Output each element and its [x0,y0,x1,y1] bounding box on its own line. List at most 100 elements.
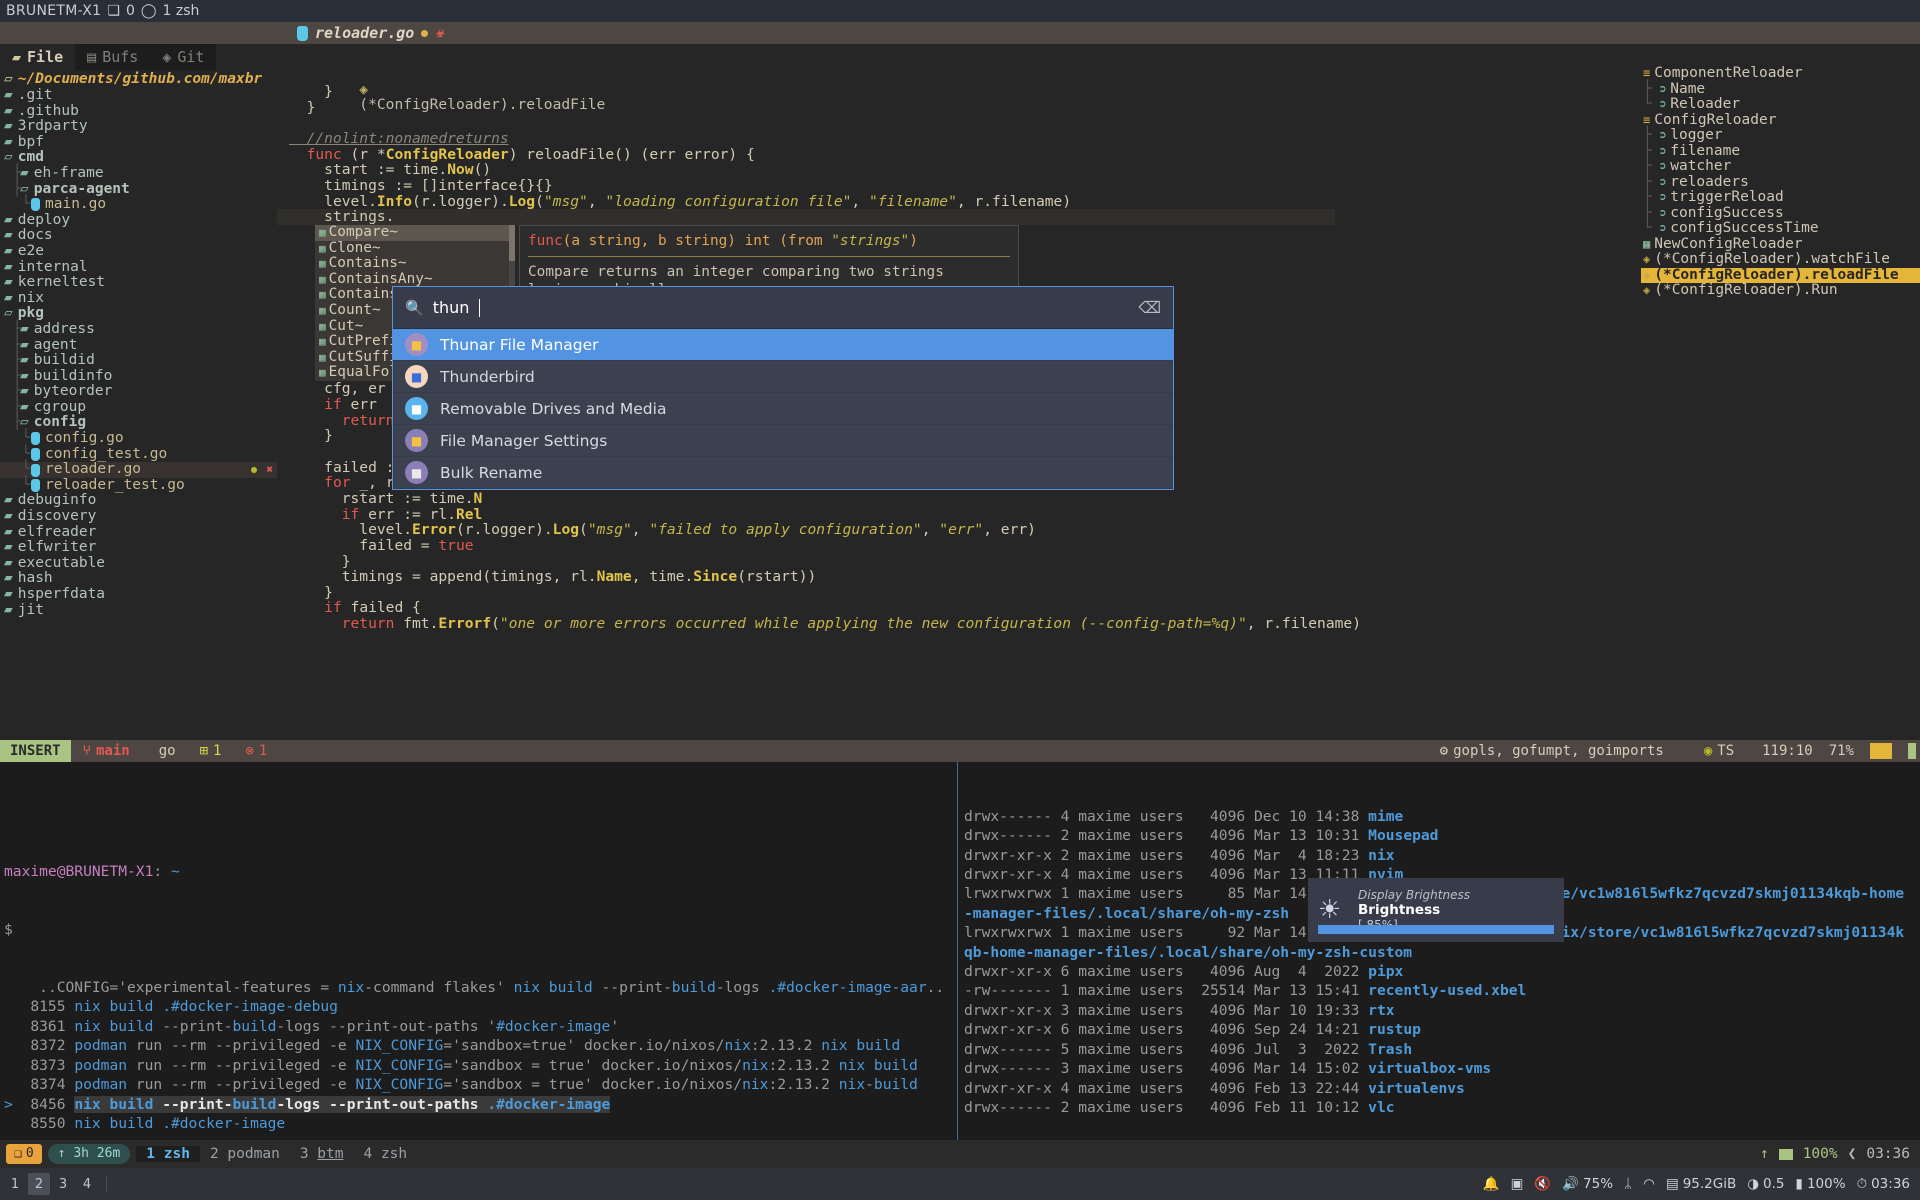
file-tree-item[interactable]: ▱cmd [0,150,277,166]
file-tree-item[interactable]: ▰internal [0,260,277,276]
file-tree-item[interactable]: ▰.git [0,88,277,104]
file-tree-item[interactable]: ▰hsperfdata [0,587,277,603]
history-item[interactable]: 8374 podman run --rm --privileged -e NIX… [4,1075,947,1094]
file-tree-item[interactable]: ▰docs [0,228,277,244]
battery-icon[interactable]: ▮100% [1796,1176,1846,1192]
tmux-window-podman[interactable]: 2 podman [200,1146,290,1162]
launcher-result-item[interactable]: ■Thunar File Manager [393,329,1173,361]
app-launcher-dialog[interactable]: 🔍 thun ⌫ ■Thunar File Manager■Thunderbir… [392,286,1174,490]
tmux-session-badge[interactable]: ❑ 0 [6,1144,42,1164]
file-tree-item[interactable]: ├▰address [0,322,277,338]
file-tree-item[interactable]: ├▱parca-agent [0,182,277,198]
file-tree-item[interactable]: └config.go [0,431,277,447]
workspace-button-1[interactable]: 1 [4,1173,26,1195]
tmux-window-zsh[interactable]: 1 zsh [136,1146,200,1162]
file-tree-item[interactable]: ▰executable [0,556,277,572]
file-tree-item[interactable]: └reloader_test.go [0,478,277,494]
launcher-search-row[interactable]: 🔍 thun ⌫ [393,287,1173,329]
file-tree-item[interactable]: ▰3rdparty [0,119,277,135]
outline-item[interactable]: ≡ComponentReloader [1641,66,1920,82]
outline-item[interactable]: ├➲triggerReload [1641,190,1920,206]
outline-item[interactable]: ├➲watcher [1641,159,1920,175]
clear-icon[interactable]: ⌫ [1138,298,1161,317]
outline-item[interactable]: ≡ConfigReloader [1641,113,1920,129]
outline-item[interactable]: ├➲reloaders [1641,175,1920,191]
completion-item[interactable]: ▦Clone~ [315,241,515,257]
history-item[interactable]: 8372 podman run --rm --privileged -e NIX… [4,1036,947,1055]
tab-git[interactable]: ◈ Git [150,44,216,70]
outline-item[interactable]: ├➲configSuccess [1641,206,1920,222]
outline-item[interactable]: └➲Reloader [1641,97,1920,113]
file-tree-item[interactable]: ├▰byteorder [0,384,277,400]
file-tree-item[interactable]: ▱pkg [0,306,277,322]
file-tree-item[interactable]: ▰elfwriter [0,540,277,556]
history-item[interactable]: 8361 nix build --print-build-logs --prin… [4,1017,947,1036]
history-item[interactable]: > 8456 nix build --print-build-logs --pr… [4,1095,947,1114]
clock-icon[interactable]: ⏱03:36 [1857,1176,1910,1192]
file-tree-item[interactable]: ▰jit [0,603,277,619]
file-tree-item[interactable]: ▰hash [0,571,277,587]
completion-scrollbar-thumb[interactable] [509,225,515,261]
buffer-tab-reloader-go[interactable]: reloader.go ☣ [287,22,458,44]
tmux-window-zsh[interactable]: 4 zsh [353,1146,417,1162]
launcher-result-item[interactable]: ■File Manager Settings [393,425,1173,457]
explorer-root-path[interactable]: ▱ ~/Documents/github.com/maxbr [0,70,277,88]
file-tree-item[interactable]: ├▰buildinfo [0,369,277,385]
file-tree-item[interactable]: ▰e2e [0,244,277,260]
file-tree-item[interactable]: ▰nix [0,291,277,307]
outline-item[interactable]: ├➲filename [1641,144,1920,160]
file-tree-item[interactable]: ├▰agent [0,338,277,354]
tab-bufs[interactable]: ▤ Bufs [75,44,150,70]
launcher-result-item[interactable]: ■Thunderbird [393,361,1173,393]
outline-item[interactable]: ├➲Name [1641,82,1920,98]
history-item[interactable]: 8155 nix build .#docker-image-debug [4,997,947,1016]
completion-item[interactable]: ▦Contains~ [315,256,515,272]
workspace-button-2[interactable]: 2 [28,1173,50,1195]
tab-file[interactable]: ▰ File [0,44,75,70]
file-tree-item[interactable]: └reloader.go✖ [0,462,277,478]
file-tree-item[interactable]: ▰elfreader [0,525,277,541]
terminal-left-pane[interactable]: maxime@BRUNETM-X1: ~ $ ..CONFIG='experim… [0,762,951,1140]
git-branch-item[interactable]: ⑂ main [71,743,142,759]
file-tree-item[interactable]: ▰.github [0,104,277,120]
file-tree-item[interactable]: └main.go [0,197,277,213]
file-tree-item[interactable]: ├▰cgroup [0,400,277,416]
file-tree-item[interactable]: ├▰eh-frame [0,166,277,182]
history-item[interactable]: 8373 podman run --rm --privileged -e NIX… [4,1056,947,1075]
file-tree-item[interactable]: ▰kerneltest [0,275,277,291]
workspace-button-4[interactable]: 4 [76,1173,98,1195]
outline-item[interactable]: └➲configSuccessTime [1641,221,1920,237]
outline-item[interactable]: ▦NewConfigReloader [1641,237,1920,253]
bluetooth-icon[interactable]: ᛦ [1624,1176,1632,1192]
workspace-button-3[interactable]: 3 [52,1173,74,1195]
outline-item[interactable]: ├➲logger [1641,128,1920,144]
file-tree-item[interactable]: ├▰buildid [0,353,277,369]
memory-icon[interactable]: ▤95.2GiB [1666,1176,1736,1192]
warning-count-item[interactable]: ⊞ 1 [188,743,234,759]
volume-icon[interactable]: 🔊75% [1562,1176,1613,1192]
launcher-result-item[interactable]: ■Removable Drives and Media [393,393,1173,425]
lsp-item[interactable]: ⚙ gopls, gofumpt, goimports [1428,743,1676,759]
outline-item[interactable]: ◈(*ConfigReloader).Run [1641,283,1920,299]
cpu-icon[interactable]: ◑0.5 [1747,1176,1784,1192]
wifi-icon[interactable]: ◠ [1643,1176,1655,1192]
file-tree-item[interactable]: ▰deploy [0,213,277,229]
tmux-window-btm[interactable]: 3 btm [290,1146,354,1162]
file-tree-item[interactable]: └config_test.go [0,447,277,463]
bell-icon[interactable]: 🔔 [1483,1176,1500,1192]
launcher-result-item[interactable]: ■Bulk Rename [393,457,1173,489]
file-tree-item[interactable]: ▰discovery [0,509,277,525]
search-input[interactable]: thun [433,298,470,317]
outline-item[interactable]: ◈(*ConfigReloader).reloadFile [1641,268,1920,284]
file-tree-item[interactable]: ▰debuginfo [0,493,277,509]
screen-icon[interactable]: ▣ [1511,1176,1524,1192]
completion-item[interactable]: ▦Compare~ [315,225,515,241]
outline-item[interactable]: ◈(*ConfigReloader).watchFile [1641,252,1920,268]
mute-icon[interactable]: 🔇 [1534,1176,1551,1192]
history-item[interactable]: 8550 nix build .#docker-image [4,1114,947,1133]
history-item[interactable]: ..CONFIG='experimental-features = nix-co… [4,978,947,997]
file-tree-item[interactable]: ▰bpf [0,135,277,151]
file-tree-item[interactable]: ├▱config [0,415,277,431]
terminal-right-pane[interactable]: drwx------ 4 maxime users 4096 Dec 10 14… [957,762,1920,1140]
error-count-item[interactable]: ⊗ 1 [233,743,279,759]
